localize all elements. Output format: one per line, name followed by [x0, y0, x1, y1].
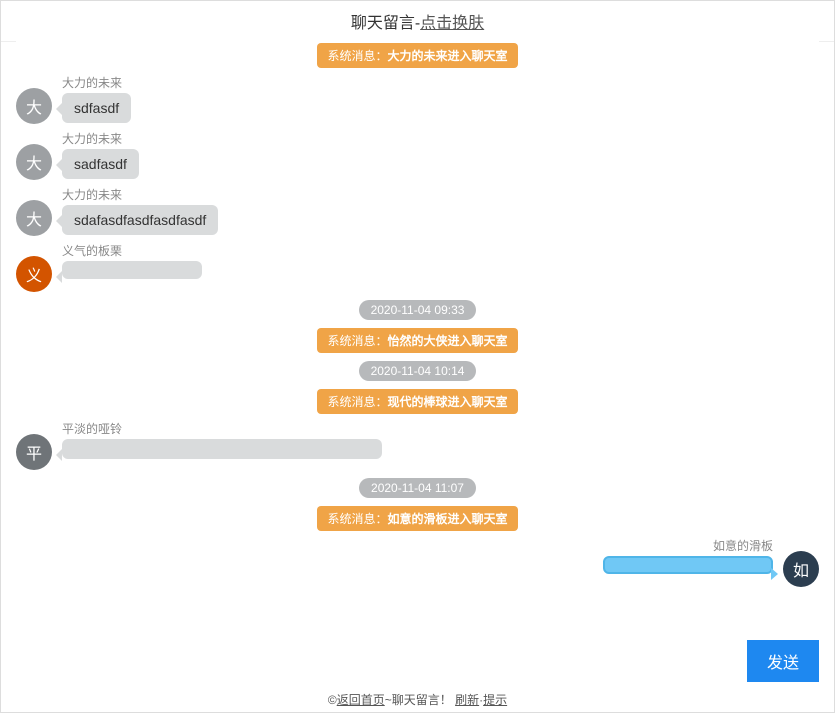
message-username: 大力的未来 [62, 74, 131, 91]
message-username: 义气的板栗 [62, 242, 202, 259]
message-input[interactable] [16, 640, 747, 682]
avatar: 义 [16, 256, 52, 292]
change-skin-link[interactable]: 点击换肤 [420, 15, 484, 32]
message-row: 平平淡的哑铃 [16, 420, 819, 470]
avatar: 大 [16, 144, 52, 180]
footer-copy: © [328, 693, 337, 707]
avatar: 如 [783, 551, 819, 587]
message-row: 义义气的板栗 [16, 242, 819, 292]
message-username: 如意的滑板 [603, 537, 773, 554]
header-title: 聊天留言- [351, 15, 420, 32]
timestamp-row: 2020-11-04 11:07 [16, 478, 819, 498]
message-body: 大力的未来 sdfasdf [62, 74, 131, 123]
system-message: 系统消息：如意的滑板进入聊天室 [317, 506, 517, 531]
message-row: 大大力的未来 sadfasdf [16, 130, 819, 180]
avatar: 大 [16, 200, 52, 236]
message-bubble: sadfasdf [62, 149, 139, 179]
message-username: 大力的未来 [62, 130, 139, 147]
message-body: 义气的板栗 [62, 242, 202, 284]
system-message-row: 系统消息：大力的未来进入聊天室 [16, 43, 819, 68]
system-message-row: 系统消息：如意的滑板进入聊天室 [16, 506, 819, 531]
timestamp-row: 2020-11-04 09:33 [16, 300, 819, 320]
message-body: 大力的未来 sadfasdf [62, 130, 139, 179]
system-message-row: 系统消息：现代的棒球进入聊天室 [16, 389, 819, 414]
message-username: 大力的未来 [62, 186, 218, 203]
message-body: 如意的滑板 [603, 537, 773, 579]
footer-back-link[interactable]: 返回首页 [337, 693, 385, 707]
footer-tip-link[interactable]: 提示 [483, 693, 507, 707]
footer-title: 聊天留言！ [392, 693, 452, 707]
timestamp: 2020-11-04 11:07 [359, 478, 476, 498]
avatar: 平 [16, 434, 52, 470]
message-body: 平淡的哑铃 [62, 420, 382, 464]
timestamp: 2020-11-04 10:14 [359, 361, 477, 381]
footer: ©返回首页~聊天留言！ 刷新·提示 [1, 691, 834, 708]
system-message: 系统消息：现代的棒球进入聊天室 [317, 389, 517, 414]
message-bubble [62, 261, 202, 279]
timestamp: 2020-11-04 09:33 [359, 300, 477, 320]
avatar: 大 [16, 88, 52, 124]
footer-refresh-link[interactable]: 刷新 [455, 693, 479, 707]
message-username: 平淡的哑铃 [62, 420, 382, 437]
message-row: 大大力的未来 sdfasdf [16, 74, 819, 124]
input-bar: 发送 [16, 640, 819, 682]
message-bubble [603, 556, 773, 574]
timestamp-row: 2020-11-04 10:14 [16, 361, 819, 381]
message-bubble [62, 439, 382, 459]
send-button[interactable]: 发送 [747, 640, 819, 682]
message-bubble: sdfasdf [62, 93, 131, 123]
message-body: 大力的未来 sdafasdfasdfasdfasdf [62, 186, 218, 235]
chat-header: 聊天留言-点击换肤 [1, 1, 834, 42]
system-message: 系统消息：大力的未来进入聊天室 [317, 43, 517, 68]
message-bubble: sdafasdfasdfasdfasdf [62, 205, 218, 235]
system-message: 系统消息：怡然的大侠进入聊天室 [317, 328, 517, 353]
message-row: 大大力的未来 sdafasdfasdfasdfasdf [16, 186, 819, 236]
system-message-row: 系统消息：怡然的大侠进入聊天室 [16, 328, 819, 353]
message-row: 如意的滑板如 [16, 537, 819, 587]
chat-message-list: 系统消息：大力的未来进入聊天室大大力的未来sdfasdf大大力的未来sadfas… [16, 37, 819, 637]
